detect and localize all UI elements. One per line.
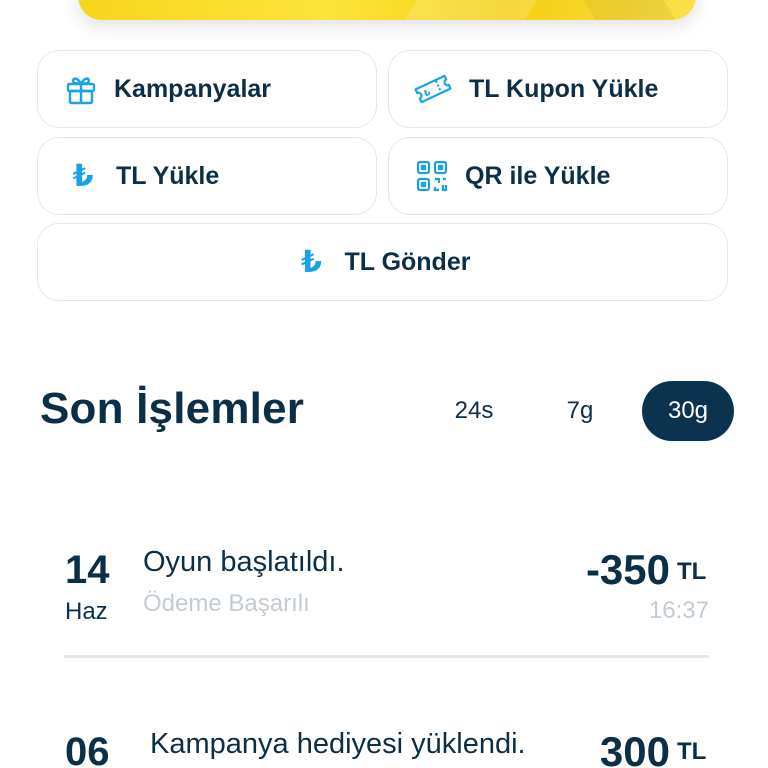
filter-7d[interactable]: 7g bbox=[546, 381, 614, 441]
divider bbox=[64, 655, 709, 658]
load-coupon-button[interactable]: ₺ TL Kupon Yükle bbox=[388, 50, 728, 128]
transaction-title: Oyun başlatıldı. bbox=[143, 546, 345, 578]
promo-banner[interactable] bbox=[78, 0, 696, 20]
transaction-day: 14 bbox=[65, 548, 110, 592]
load-tl-label: TL Yükle bbox=[116, 161, 220, 190]
transaction-title: Kampanya hediyesi yüklendi. bbox=[150, 728, 526, 760]
transaction-currency: TL bbox=[677, 738, 707, 765]
transaction-currency: TL bbox=[677, 558, 707, 585]
transaction-time: 16:37 bbox=[648, 597, 709, 624]
qr-load-button[interactable]: QR ile Yükle bbox=[388, 137, 728, 215]
qr-code-icon bbox=[415, 159, 449, 193]
wallet-screen: Kampanyalar ₺ TL Kupon Yükle ₺ TL Yükle bbox=[0, 0, 768, 768]
transaction-month: Haz bbox=[65, 598, 108, 625]
banner-decoration bbox=[560, 0, 676, 20]
recent-transactions-title: Son İşlemler bbox=[40, 384, 305, 433]
transaction-day: 06 bbox=[65, 730, 110, 768]
load-tl-button[interactable]: ₺ TL Yükle bbox=[37, 137, 377, 215]
campaigns-button[interactable]: Kampanyalar bbox=[37, 50, 377, 128]
transaction-amount: -350 bbox=[585, 546, 670, 593]
send-tl-label: TL Gönder bbox=[344, 247, 471, 276]
lira-icon: ₺ bbox=[301, 245, 322, 279]
ticket-icon: ₺ bbox=[413, 72, 453, 106]
gift-icon bbox=[64, 72, 98, 106]
campaigns-label: Kampanyalar bbox=[114, 74, 272, 103]
transaction-status: Ödeme Başarılı bbox=[143, 590, 310, 617]
coupon-label: TL Kupon Yükle bbox=[469, 74, 659, 103]
qr-label: QR ile Yükle bbox=[465, 161, 611, 190]
filter-30d[interactable]: 30g bbox=[642, 381, 734, 441]
transaction-amount: 300 bbox=[599, 728, 670, 768]
send-tl-button[interactable]: ₺ TL Gönder bbox=[37, 223, 728, 301]
lira-icon: ₺ bbox=[72, 159, 94, 193]
filter-24h[interactable]: 24s bbox=[440, 381, 508, 441]
banner-decoration bbox=[396, 0, 560, 20]
